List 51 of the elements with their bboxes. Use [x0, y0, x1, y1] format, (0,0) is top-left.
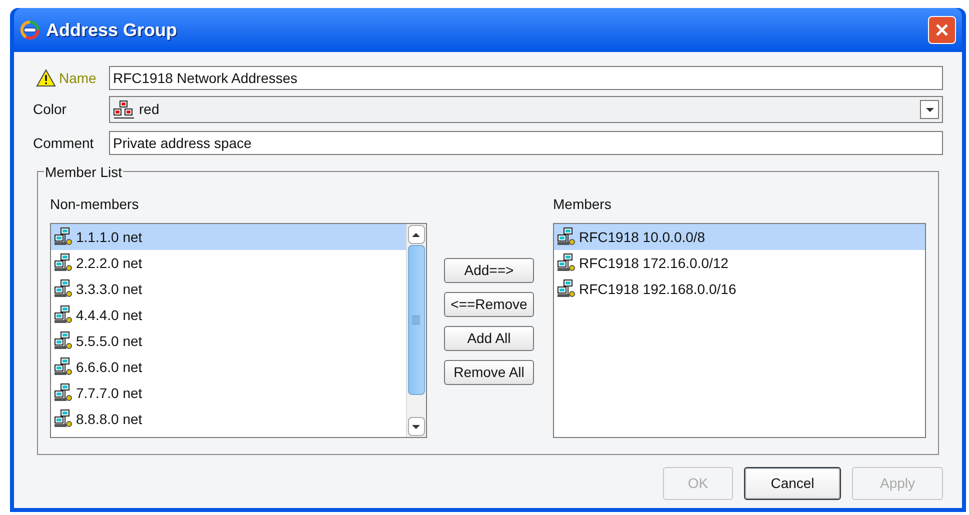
- network-computer-icon: [54, 357, 74, 377]
- app-logo-icon: [20, 20, 40, 40]
- network-computer-icon: [54, 279, 74, 299]
- list-item[interactable]: RFC1918 172.16.0.0/12: [554, 250, 925, 276]
- network-computer-icon: [54, 331, 74, 351]
- scroll-thumb[interactable]: [408, 245, 425, 395]
- comment-field[interactable]: Private address space: [109, 131, 943, 155]
- comment-label: Comment: [33, 134, 95, 152]
- network-computer-icon: [54, 253, 74, 273]
- transfer-button[interactable]: Add==>: [444, 258, 534, 283]
- scrollbar[interactable]: [406, 224, 426, 437]
- network-computer-icon: [557, 253, 577, 273]
- list-box[interactable]: RFC1918 10.0.0.0/8 RFC1918 172.16.0.0/12 RFC1918 192.168.0.0/16: [553, 223, 926, 438]
- window-title: Address Group: [46, 18, 178, 42]
- transfer-button[interactable]: <==Remove: [444, 292, 534, 317]
- caret-icon: [924, 106, 934, 112]
- color-dropdown[interactable]: red: [109, 96, 943, 123]
- list-item[interactable]: 7.7.7.0 net: [51, 380, 406, 406]
- color-label: Color: [33, 100, 68, 119]
- members-label: Members: [553, 195, 612, 214]
- dropdown-button[interactable]: [920, 100, 939, 119]
- list-item[interactable]: 2.2.2.0 net: [51, 250, 406, 276]
- close-button[interactable]: [928, 16, 956, 44]
- transfer-button[interactable]: Add All: [444, 326, 534, 351]
- network-icon: [113, 100, 135, 120]
- list-box[interactable]: 1.1.1.0 net 2.2.2.0 net 3.3.3.0 net 4.4.4.0 net 5.5.5.0 net 6.6.6.0 net 7.7.7.0 net 8.8.8.0 net: [50, 223, 427, 438]
- list-item[interactable]: 5.5.5.0 net: [51, 328, 406, 354]
- up-arrow-icon: [411, 232, 422, 238]
- scroll-down-button[interactable]: [408, 417, 425, 436]
- network-computer-icon: [557, 227, 577, 247]
- dialog-button[interactable]: Cancel: [744, 467, 841, 500]
- name-field[interactable]: RFC1918 Network Addresses: [109, 66, 943, 90]
- close-icon: [935, 23, 949, 37]
- network-computer-icon: [557, 279, 577, 299]
- scroll-up-button[interactable]: [408, 225, 425, 244]
- non-members-label: Non-members: [50, 195, 140, 214]
- network-computer-icon: [54, 227, 74, 247]
- list-item[interactable]: 6.6.6.0 net: [51, 354, 406, 380]
- list-item[interactable]: 8.8.8.0 net: [51, 406, 406, 432]
- network-computer-icon: [54, 409, 74, 429]
- list-item[interactable]: RFC1918 192.168.0.0/16: [554, 276, 925, 302]
- list-item[interactable]: 1.1.1.0 net: [51, 224, 406, 250]
- list-item[interactable]: RFC1918 10.0.0.0/8: [554, 224, 925, 250]
- grip-icon: [412, 315, 420, 325]
- network-computer-icon: [54, 383, 74, 403]
- list-item[interactable]: 3.3.3.0 net: [51, 276, 406, 302]
- down-arrow-icon: [411, 424, 422, 430]
- transfer-button[interactable]: Remove All: [444, 360, 534, 385]
- list-item[interactable]: 4.4.4.0 net: [51, 302, 406, 328]
- network-computer-icon: [54, 305, 74, 325]
- name-label: Name: [59, 68, 96, 88]
